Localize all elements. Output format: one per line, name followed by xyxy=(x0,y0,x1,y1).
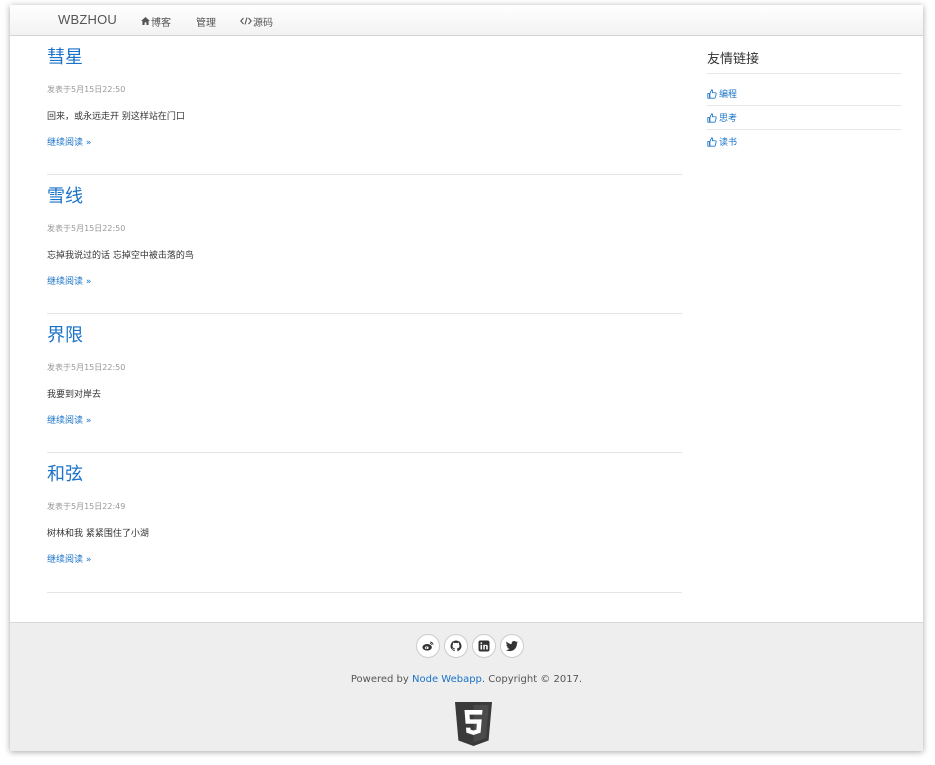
read-more-link[interactable]: 继续阅读 » xyxy=(47,274,91,287)
thumbs-up-icon xyxy=(707,112,717,123)
post-item: 和弦 发表于5月15日22:49 树林和我 紧紧围住了小湖 继续阅读 » xyxy=(47,453,682,593)
browser-page: WBZHOU 博客 管理 源码 彗星 发表于5月15日22:50 回来，或永远走… xyxy=(10,5,923,751)
nav-item-label: 博客 xyxy=(151,18,171,29)
navbar: WBZHOU 博客 管理 源码 xyxy=(10,5,923,36)
powered-by-prefix: Powered by xyxy=(350,674,412,685)
friend-link-label: 思考 xyxy=(719,114,738,124)
post-excerpt: 忘掉我说过的话 忘掉空中被击落的鸟 xyxy=(47,251,194,261)
post-meta: 发表于5月15日22:50 xyxy=(47,85,126,94)
post-item: 界限 发表于5月15日22:50 我要到对岸去 继续阅读 » xyxy=(47,314,682,453)
linkedin-button[interactable] xyxy=(472,634,496,658)
sidebar-title: 友情链接 xyxy=(707,52,760,67)
read-more-link[interactable]: 继续阅读 » xyxy=(47,135,91,148)
post-excerpt: 树林和我 紧紧围住了小湖 xyxy=(47,529,149,539)
copyright-text: Powered by Node Webapp. Copyright © 2017… xyxy=(10,674,923,685)
social-links xyxy=(416,634,524,658)
nav-item-blog[interactable]: 博客 xyxy=(141,14,171,29)
html5-logo xyxy=(455,702,492,746)
thumbs-up-icon xyxy=(707,136,717,147)
friend-link-thinking[interactable]: 思考 xyxy=(707,106,901,130)
friend-link-label: 读书 xyxy=(719,138,738,148)
nav-item-source[interactable]: 源码 xyxy=(240,14,273,29)
post-meta: 发表于5月15日22:49 xyxy=(47,502,126,511)
weibo-button[interactable] xyxy=(416,634,440,658)
post-list: 彗星 发表于5月15日22:50 回来，或永远走开 别这样站在门口 继续阅读 »… xyxy=(47,36,682,593)
twitter-button[interactable] xyxy=(500,634,524,658)
read-more-link[interactable]: 继续阅读 » xyxy=(47,552,91,565)
copyright-suffix: . Copyright © 2017. xyxy=(481,674,583,685)
post-excerpt: 我要到对岸去 xyxy=(47,390,102,400)
thumbs-up-icon xyxy=(707,88,717,99)
brand-link[interactable]: WBZHOU xyxy=(58,12,117,27)
post-item: 雪线 发表于5月15日22:50 忘掉我说过的话 忘掉空中被击落的鸟 继续阅读 … xyxy=(47,175,682,314)
post-excerpt: 回来，或永远走开 别这样站在门口 xyxy=(47,112,185,122)
nav-item-label: 源码 xyxy=(253,18,273,29)
github-button[interactable] xyxy=(444,634,468,658)
friend-link-label: 编程 xyxy=(719,90,738,100)
friend-link-reading[interactable]: 读书 xyxy=(707,130,901,153)
friend-links-list: 编程 思考 读书 xyxy=(707,82,901,153)
post-meta: 发表于5月15日22:50 xyxy=(47,224,126,233)
post-title-link[interactable]: 雪线 xyxy=(47,186,83,208)
node-webapp-link[interactable]: Node Webapp xyxy=(412,674,482,685)
post-item: 彗星 发表于5月15日22:50 回来，或永远走开 别这样站在门口 继续阅读 » xyxy=(47,36,682,175)
post-title-link[interactable]: 和弦 xyxy=(47,464,83,486)
twitter-icon xyxy=(506,641,518,652)
friend-link-programming[interactable]: 编程 xyxy=(707,82,901,106)
nav-item-label: 管理 xyxy=(196,18,216,29)
nav-item-manage[interactable]: 管理 xyxy=(196,14,216,29)
weibo-icon xyxy=(422,641,434,651)
github-icon xyxy=(450,640,462,652)
post-title-link[interactable]: 彗星 xyxy=(47,47,83,69)
read-more-link[interactable]: 继续阅读 » xyxy=(47,413,91,426)
post-meta: 发表于5月15日22:50 xyxy=(47,363,126,372)
linkedin-icon xyxy=(478,640,490,652)
post-title-link[interactable]: 界限 xyxy=(47,325,83,347)
home-icon xyxy=(141,16,150,27)
code-icon xyxy=(240,16,252,27)
footer: Powered by Node Webapp. Copyright © 2017… xyxy=(10,622,923,751)
sidebar-divider xyxy=(707,73,901,74)
